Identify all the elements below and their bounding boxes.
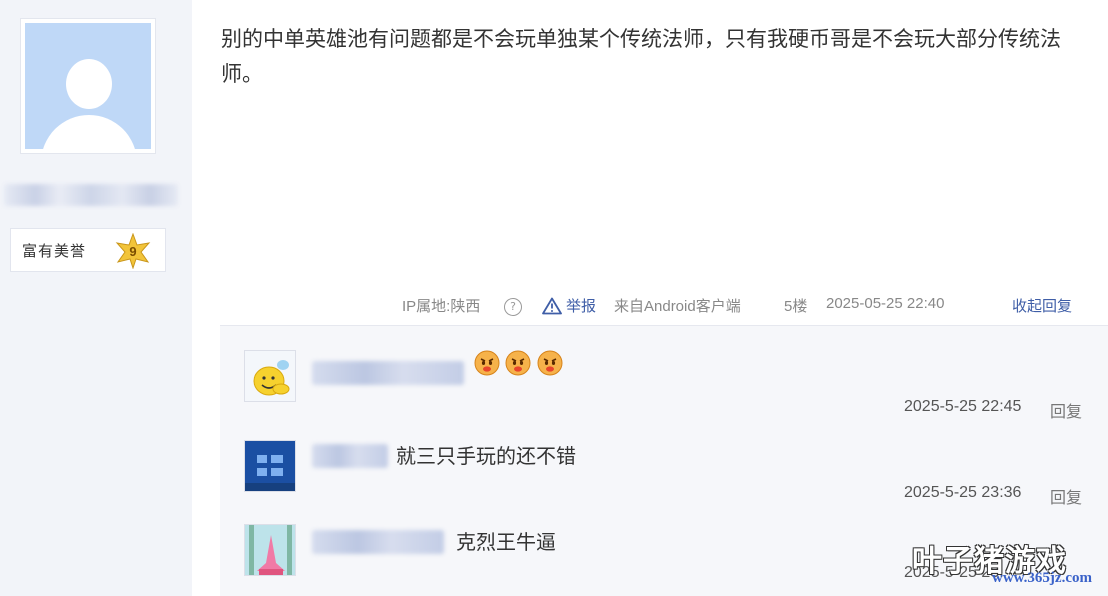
collapse-replies-button[interactable]: 收起回复 <box>1012 295 1072 316</box>
badge-level: 9 <box>129 244 136 259</box>
reply-avatar[interactable] <box>244 440 296 492</box>
warning-triangle-icon[interactable] <box>542 297 562 315</box>
post-time: 2025-05-25 22:40 <box>826 295 945 312</box>
reply-time: 2025-5-25 23: <box>904 564 1004 581</box>
angry-face-icon <box>537 350 563 376</box>
reply-button[interactable]: 回复 <box>1050 484 1082 508</box>
reply-time: 2025-5-25 22:45 <box>904 398 1022 415</box>
reply-item: 2025-5-25 22:45 回复 <box>220 350 1108 440</box>
reply-username-blurred[interactable] <box>312 444 388 468</box>
news-app-avatar-icon <box>245 441 295 491</box>
reply-item: 就三只手玩的还不错 2025-5-25 23:36 回复 <box>220 440 1108 530</box>
help-question-icon[interactable]: ? <box>504 298 522 316</box>
angry-face-icon <box>505 350 531 376</box>
ip-location: IP属地:陕西 <box>402 298 481 315</box>
smiley-avatar-icon <box>245 351 295 401</box>
username-blurred[interactable] <box>4 184 178 206</box>
reply-list: 2025-5-25 22:45 回复 就三只手玩的还不错 2025-5-25 2… <box>220 325 1108 596</box>
angry-face-icon <box>474 350 500 376</box>
reply-avatar[interactable] <box>244 524 296 576</box>
badge-label: 富有美誉 <box>22 242 87 260</box>
reply-text: 克烈王牛逼 <box>456 532 556 554</box>
reply-time: 2025-5-25 23:36 <box>904 484 1022 501</box>
reply-item: 克烈王牛逼 2025-5-25 23: <box>220 524 1108 596</box>
default-avatar-icon <box>25 23 151 149</box>
client-source: 来自Android客户端 <box>614 298 741 315</box>
report-link[interactable]: 举报 <box>566 295 596 316</box>
user-avatar[interactable] <box>20 18 156 154</box>
post-content: 别的中单英雄池有问题都是不会玩单独某个传统法师，只有我硬币哥是不会玩大部分传统法… <box>221 28 1061 86</box>
user-level-badge[interactable]: 富有美誉 9 <box>10 228 166 272</box>
reply-username-blurred[interactable] <box>312 530 444 554</box>
reply-text: 就三只手玩的还不错 <box>396 446 576 468</box>
starfish-avatar-icon <box>245 525 295 575</box>
reply-button[interactable]: 回复 <box>1050 398 1082 422</box>
level-star-icon: 9 <box>115 233 151 269</box>
reply-avatar[interactable] <box>244 350 296 402</box>
reply-username-blurred[interactable] <box>312 361 464 385</box>
floor-number: 5楼 <box>784 298 808 315</box>
